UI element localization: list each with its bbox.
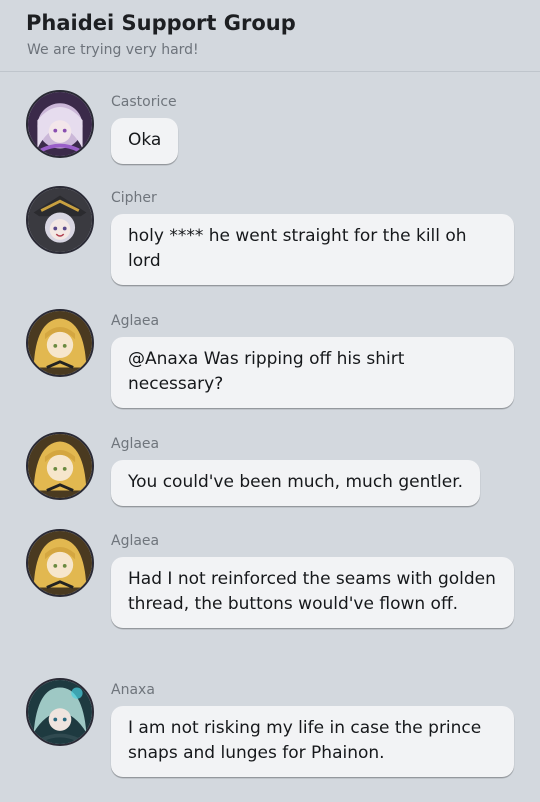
message-bubble[interactable]: @Anaxa Was ripping off his shirt necessa…: [111, 337, 514, 408]
chat-header: Phaidei Support Group We are trying very…: [0, 0, 540, 72]
message-bubble[interactable]: holy **** he went straight for the kill …: [111, 214, 514, 285]
castorice-avatar[interactable]: [26, 90, 94, 158]
anaxa-avatar[interactable]: [26, 678, 94, 746]
sender-name: Anaxa: [111, 682, 155, 698]
message-bubble[interactable]: Oka: [111, 118, 179, 164]
sender-name: Aglaea: [111, 313, 160, 329]
cipher-avatar[interactable]: [26, 186, 94, 254]
group-title: Phaidei Support Group: [26, 11, 296, 35]
aglaea-avatar[interactable]: [26, 432, 94, 500]
sender-name: Aglaea: [111, 533, 160, 549]
message-bubble[interactable]: I am not risking my life in case the pri…: [111, 706, 514, 777]
sender-name: Cipher: [111, 190, 157, 206]
group-subtitle: We are trying very hard!: [27, 42, 199, 58]
sender-name: Aglaea: [111, 436, 160, 452]
sender-name: Castorice: [111, 94, 177, 110]
message-bubble[interactable]: Had I not reinforced the seams with gold…: [111, 557, 514, 628]
aglaea-avatar[interactable]: [26, 529, 94, 597]
aglaea-avatar[interactable]: [26, 309, 94, 377]
message-bubble[interactable]: You could've been much, much gentler.: [111, 460, 481, 506]
